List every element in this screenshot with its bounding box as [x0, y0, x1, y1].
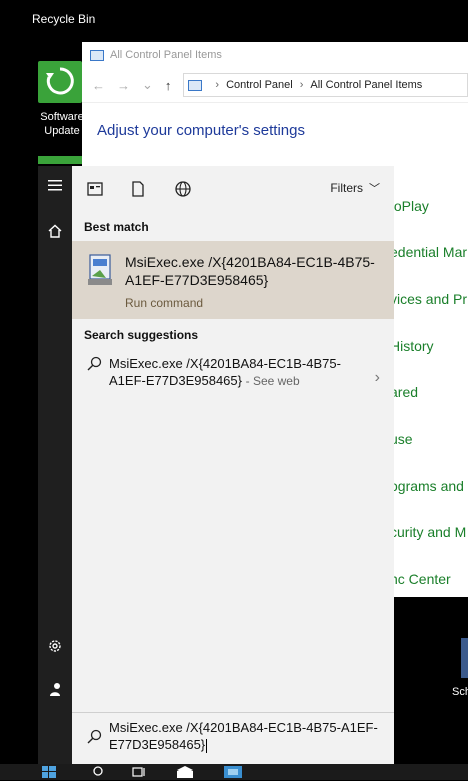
back-arrow-icon[interactable]: ←	[92, 78, 105, 93]
hamburger-icon[interactable]	[38, 178, 72, 196]
cp-item[interactable]: edential Mar	[390, 244, 467, 260]
cp-titlebar: All Control Panel Items	[82, 42, 468, 68]
search-input-value: MsiExec.exe /X{4201BA84-EC1B-4B75-A1EF-E…	[109, 720, 378, 752]
taskbar	[0, 764, 468, 780]
best-match-title: MsiExec.exe /X{4201BA84-EC1B-4B75-A1EF-E…	[125, 254, 375, 288]
start-rail	[38, 166, 72, 780]
document-icon[interactable]	[129, 180, 147, 198]
desktop-app-icon[interactable]	[461, 638, 468, 678]
control-panel-icon	[188, 79, 203, 91]
breadcrumb-control-panel[interactable]: Control Panel	[226, 79, 293, 91]
search-suggestion-item[interactable]: MsiExec.exe /X{4201BA84-EC1B-4B75-A1EF-E…	[72, 351, 394, 411]
app-icon[interactable]	[224, 766, 242, 781]
search-box[interactable]: MsiExec.exe /X{4201BA84-EC1B-4B75-A1EF-E…	[72, 712, 394, 764]
search-icon[interactable]	[92, 766, 104, 781]
desktop-app-label[interactable]: Sch	[452, 686, 468, 698]
address-box[interactable]: › Control Panel › All Control Panel Item…	[183, 73, 468, 97]
software-update-icon[interactable]	[38, 61, 82, 103]
cp-address-bar: ← → ⌄ ↑ › Control Panel › All Control Pa…	[82, 68, 468, 103]
best-match-label: Best match	[84, 220, 149, 234]
chevron-right-icon: ›	[215, 79, 220, 91]
cp-item[interactable]: toPlay	[390, 198, 429, 214]
search-suggestions-label: Search suggestions	[84, 328, 199, 342]
chevron-right-icon[interactable]: ›	[375, 369, 380, 387]
user-icon[interactable]	[38, 681, 72, 702]
filters-button[interactable]: Filters ﹀	[330, 180, 380, 196]
task-view-icon[interactable]	[132, 766, 146, 781]
cp-heading: Adjust your computer's settings	[97, 122, 305, 139]
chevron-down-icon: ﹀	[369, 183, 380, 195]
apps-icon[interactable]	[86, 180, 104, 198]
software-update-label[interactable]: Software Update	[40, 110, 84, 138]
search-results-panel: Filters ﹀ Best match MsiExec.exe /X{4201B…	[72, 166, 394, 764]
cp-window-title: All Control Panel Items	[110, 49, 222, 61]
text-caret	[206, 738, 208, 753]
cp-item[interactable]: ograms and	[390, 478, 464, 494]
filters-label: Filters	[330, 181, 363, 195]
run-command-icon	[86, 252, 114, 288]
breadcrumb-all-items[interactable]: All Control Panel Items	[310, 79, 422, 91]
cp-item[interactable]: vices and Pr	[390, 291, 467, 307]
search-icon	[86, 729, 102, 750]
windows-start-icon[interactable]	[42, 766, 56, 781]
up-arrow-icon[interactable]: ↑	[165, 78, 172, 93]
home-icon[interactable]	[38, 224, 72, 243]
recent-chevron-icon[interactable]: ⌄	[142, 77, 153, 93]
recycle-bin-label[interactable]: Recycle Bin	[32, 12, 95, 26]
search-input[interactable]: MsiExec.exe /X{4201BA84-EC1B-4B75-A1EF-E…	[109, 719, 389, 753]
chevron-right-icon: ›	[299, 79, 304, 91]
gear-icon[interactable]	[38, 638, 72, 659]
cp-item[interactable]: curity and M	[390, 524, 466, 540]
cp-item[interactable]: nc Center	[390, 571, 451, 587]
cp-item[interactable]: ared	[390, 384, 418, 400]
best-match-item[interactable]: MsiExec.exe /X{4201BA84-EC1B-4B75-A1EF-E…	[72, 241, 394, 319]
see-web-label: - See web	[245, 374, 300, 388]
search-icon	[86, 356, 102, 377]
search-topbar: Filters ﹀	[72, 166, 394, 210]
suggestion-text: MsiExec.exe /X{4201BA84-EC1B-4B75-A1EF-E…	[109, 355, 349, 390]
best-match-subtitle: Run command	[125, 296, 204, 310]
control-panel-icon	[90, 49, 104, 61]
mail-icon[interactable]	[176, 766, 194, 781]
desktop-icon-strip	[38, 156, 82, 164]
cp-item[interactable]: History	[390, 338, 434, 354]
globe-icon[interactable]	[174, 180, 192, 198]
forward-arrow-icon[interactable]: →	[117, 78, 130, 93]
suggestion-query: MsiExec.exe /X{4201BA84-EC1B-4B75-A1EF-E…	[109, 356, 341, 388]
